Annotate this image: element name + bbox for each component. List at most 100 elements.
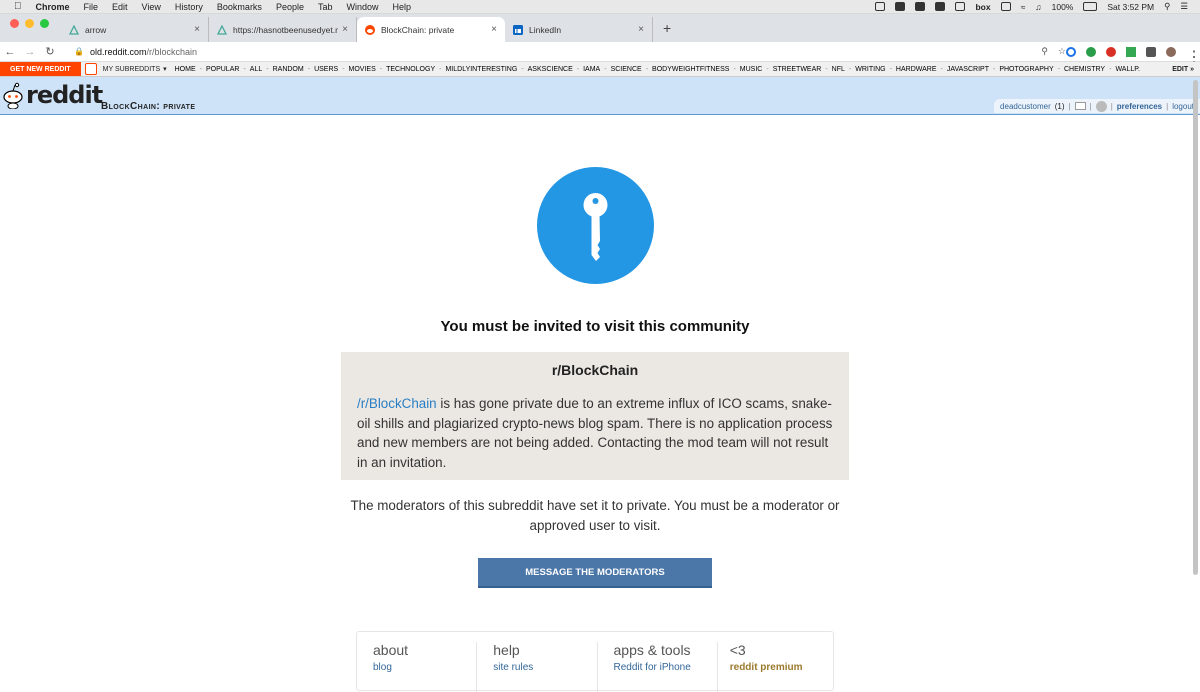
profile-avatar[interactable] [1166,46,1176,57]
subreddit-link-music[interactable]: MUSIC [740,66,763,73]
subreddit-link-hardware[interactable]: HARDWARE [896,66,937,73]
puzzle-icon[interactable] [1146,46,1156,57]
message-moderators-button[interactable]: MESSAGE THE MODERATORS [478,558,712,588]
extension-icon[interactable] [1086,46,1096,57]
subreddit-link-chemistry[interactable]: CHEMISTRY [1064,66,1105,73]
menu-tab[interactable]: Tab [318,2,333,12]
spotlight-icon[interactable]: ⚲ [1164,1,1170,12]
bookmark-star-icon[interactable]: ☆ [1058,46,1066,57]
subreddit-link-nfl[interactable]: NFL [832,66,845,73]
subreddit-link-bodyweightfitness[interactable]: BODYWEIGHTFITNESS [652,66,729,73]
extension-icon[interactable] [1126,46,1136,57]
box-icon[interactable]: box [975,2,990,12]
subreddit-link-popular[interactable]: POPULAR [206,66,239,73]
menu-app-name[interactable]: Chrome [36,2,70,12]
subreddit-bar: GET NEW REDDIT MY SUBREDDITS ▾ HOME - POPUL… [0,62,1200,77]
scrollbar[interactable] [1193,80,1198,575]
footer-heading: about [373,642,409,658]
subreddit-link-mildlyinteresting[interactable]: MILDLYINTERESTING [445,66,517,73]
subreddit-link-streetwear[interactable]: STREETWEAR [773,66,822,73]
separator: - [645,65,649,73]
subreddit-link-home[interactable]: HOME [175,66,196,73]
wifi-icon[interactable]: ≈ [1021,2,1026,12]
volume-icon[interactable]: ♫ [1035,2,1041,12]
window-controls [0,19,61,37]
status-icon[interactable] [875,2,886,11]
status-icon[interactable] [895,2,906,11]
menubar-clock[interactable]: Sat 3:52 PM [1107,2,1154,12]
subreddit-link-science[interactable]: SCIENCE [611,66,642,73]
subreddit-link-photography[interactable]: PHOTOGRAPHY [999,66,1053,73]
minimize-window-button[interactable] [25,19,34,28]
subreddit-link-askscience[interactable]: ASKSCIENCE [528,66,573,73]
extension-icon[interactable] [1066,46,1076,57]
subreddit-link-iama[interactable]: IAMA [583,66,600,73]
chat-icon[interactable] [1095,100,1107,112]
menu-bookmarks[interactable]: Bookmarks [217,2,262,12]
edit-subreddits-link[interactable]: EDIT » [1166,65,1200,73]
subreddit-link-wallp[interactable]: WALLP. [1115,66,1140,73]
battery-percent[interactable]: 100% [1052,2,1074,12]
status-icon[interactable] [935,2,946,11]
tab-close-icon[interactable]: × [491,24,497,35]
footer-link-blog[interactable]: blog [373,662,476,673]
tab-linkedin[interactable]: LinkedIn × [505,17,653,42]
separator: - [766,65,769,73]
tab-close-icon[interactable]: × [638,24,644,35]
chrome-menu-icon[interactable]: ⋮ [1186,47,1200,66]
subreddit-link-javascript[interactable]: JAVASCRIPT [947,66,989,73]
menu-window[interactable]: Window [346,2,378,12]
control-center-icon[interactable]: ☰ [1180,1,1188,12]
close-window-button[interactable] [10,19,19,28]
mail-icon[interactable] [1074,102,1086,110]
toolbar: ← → ↻ 🔒 old.reddit.com/r/blockchain ⚲ ☆ … [0,42,1200,66]
my-subreddits-dropdown[interactable]: MY SUBREDDITS ▾ [97,65,173,74]
subreddit-link-all[interactable]: ALL [250,66,262,73]
preferences-link[interactable]: preferences [1117,102,1162,111]
tab-title: BlockChain: private [381,24,455,35]
page-title[interactable]: BlockChain: private [101,101,195,112]
subreddit-link-technology[interactable]: TECHNOLOGY [386,66,435,73]
menu-help[interactable]: Help [393,2,412,12]
extension-icon[interactable] [1106,46,1116,57]
get-new-reddit-button[interactable]: GET NEW REDDIT [0,62,81,76]
reddit-favicon-icon [365,24,375,35]
tab-hasnotbeenusedyet[interactable]: https://hasnotbeenusedyet.net × [209,17,357,42]
address-bar[interactable]: 🔒 old.reddit.com/r/blockchain ⚲ ☆ [66,44,1066,60]
menu-history[interactable]: History [175,2,203,12]
back-icon[interactable]: ← [0,46,20,58]
subreddit-link-users[interactable]: USERS [314,66,338,73]
key-icon [537,167,654,284]
menu-edit[interactable]: Edit [112,2,128,12]
separator: - [604,65,607,73]
battery-icon[interactable] [1083,2,1098,11]
footer-link-iphone[interactable]: Reddit for iPhone [614,662,717,673]
apple-icon[interactable]:  [14,1,22,12]
zoom-icon[interactable]: ⚲ [1041,46,1048,57]
tab-close-icon[interactable]: × [342,24,348,35]
logout-link[interactable]: logout [1172,102,1194,111]
status-icon[interactable] [955,2,966,11]
tab-close-icon[interactable]: × [194,24,200,35]
reddit-logo[interactable]: reddit [2,81,103,109]
subreddit-link-writing[interactable]: WRITING [855,66,885,73]
airplay-icon[interactable] [1000,2,1011,11]
separator: - [992,65,996,73]
maximize-window-button[interactable] [40,19,49,28]
subreddit-link-random[interactable]: RANDOM [273,66,304,73]
menu-file[interactable]: File [84,2,99,12]
menu-view[interactable]: View [142,2,161,12]
menu-people[interactable]: People [276,2,304,12]
redesign-icon[interactable] [84,63,97,75]
status-icon[interactable] [915,2,926,11]
footer-link-site-rules[interactable]: site rules [493,662,596,673]
subreddit-link-movies[interactable]: MOVIES [349,66,376,73]
new-tab-button[interactable]: + [653,20,681,36]
username-link[interactable]: deadcustomer [1000,102,1051,111]
forward-icon[interactable]: → [20,46,40,58]
footer-link-premium[interactable]: reddit premium [730,662,833,673]
tab-arrow[interactable]: arrow × [61,17,209,42]
subreddit-link[interactable]: /r/BlockChain [357,396,437,411]
tab-blockchain-private[interactable]: BlockChain: private × [357,17,505,42]
reload-icon[interactable]: ↻ [40,45,60,58]
